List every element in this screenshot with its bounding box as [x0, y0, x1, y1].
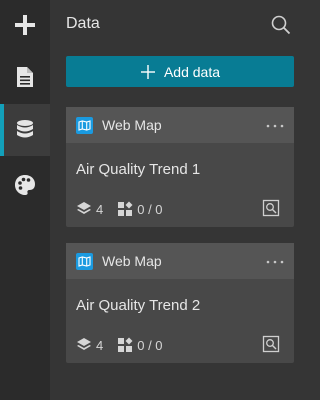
data-panel: Data Add data Web Map Air Quality Trend … [50, 0, 312, 400]
page-icon [17, 67, 33, 87]
layers-icon [77, 338, 91, 350]
card-title: Air Quality Trend 1 [76, 161, 201, 178]
widget-count-value: 0 / 0 [137, 201, 163, 217]
card-title: Air Quality Trend 2 [76, 297, 201, 314]
widgets-icon [118, 337, 133, 352]
rail-data-button[interactable] [0, 104, 50, 156]
layers-icon [77, 202, 91, 214]
inspect-button[interactable] [262, 335, 280, 353]
rail-theme-button[interactable] [0, 160, 50, 210]
add-data-button[interactable]: Add data [66, 56, 294, 87]
panel-title: Data [66, 15, 100, 32]
card-header: Web Map [66, 243, 294, 279]
inspect-icon [262, 335, 280, 353]
card-header: Web Map [66, 107, 294, 143]
plus-icon [15, 15, 35, 35]
layer-count: 4 [76, 201, 103, 217]
web-map-icon [76, 252, 93, 270]
layer-count-value: 4 [96, 337, 104, 353]
widget-count-value: 0 / 0 [137, 337, 163, 353]
layer-count: 4 [76, 337, 103, 353]
palette-icon [15, 175, 35, 195]
widget-count: 0 / 0 [117, 337, 163, 353]
left-rail [0, 0, 50, 400]
rail-add-button[interactable] [0, 0, 50, 50]
inspect-icon [262, 199, 280, 217]
rail-pages-button[interactable] [0, 52, 50, 102]
more-options-button[interactable] [266, 116, 284, 134]
card-stats: 4 0 / 0 [76, 201, 177, 217]
search-button[interactable] [270, 14, 292, 36]
plus-icon [140, 64, 155, 79]
inspect-button[interactable] [262, 199, 280, 217]
add-data-label: Add data [163, 63, 221, 80]
more-options-button[interactable] [266, 252, 284, 270]
card-type-label: Web Map [102, 117, 162, 133]
ellipsis-icon [266, 124, 284, 128]
data-card[interactable]: Web Map Air Quality Trend 1 4 0 / 0 [66, 107, 294, 227]
web-map-icon [76, 116, 93, 134]
card-type-label: Web Map [102, 253, 162, 269]
widget-count: 0 / 0 [117, 201, 163, 217]
layer-count-value: 4 [96, 201, 104, 217]
ellipsis-icon [266, 260, 284, 264]
search-icon [271, 15, 291, 35]
database-icon [17, 120, 33, 138]
card-stats: 4 0 / 0 [76, 337, 177, 353]
widgets-icon [118, 201, 133, 216]
data-card[interactable]: Web Map Air Quality Trend 2 4 0 / 0 [66, 243, 294, 363]
